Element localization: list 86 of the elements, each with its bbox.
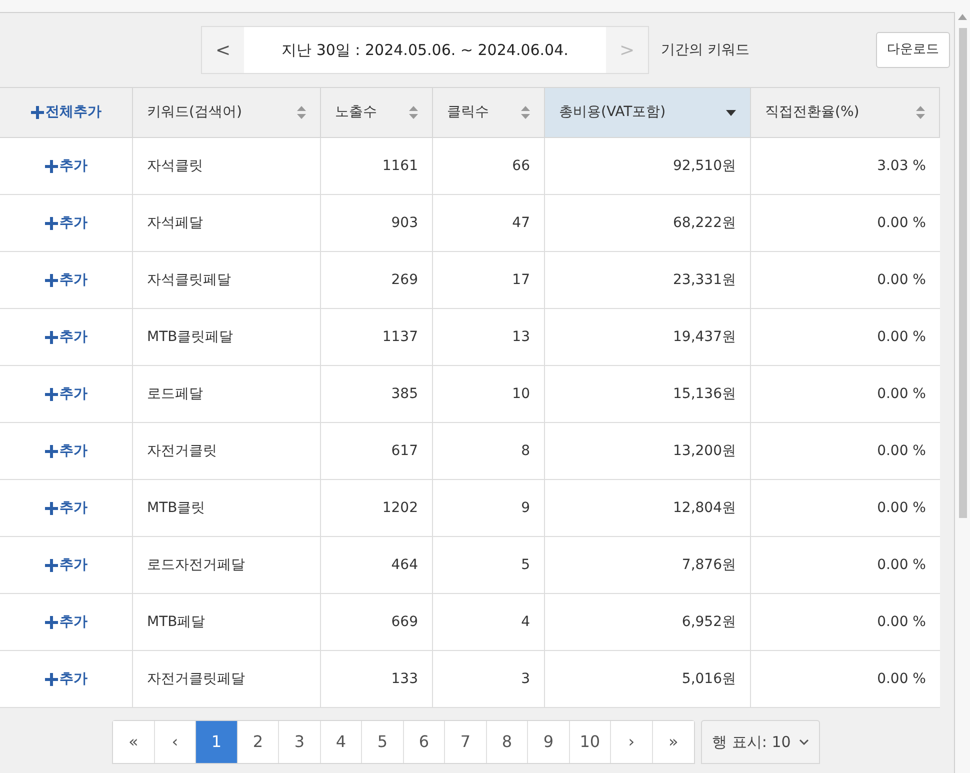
column-header[interactable]: 총비용(VAT포함) bbox=[545, 88, 751, 137]
sort-icon bbox=[409, 106, 418, 119]
table-cell-text: 0.00 % bbox=[876, 556, 927, 574]
table-cell: 6,952원 bbox=[545, 594, 751, 650]
sort-descending-icon bbox=[726, 110, 736, 116]
table-cell: 269 bbox=[321, 252, 433, 308]
plus-icon bbox=[44, 616, 58, 628]
page-button[interactable]: 1 bbox=[196, 721, 238, 763]
table-cell: 자석클릿페달 bbox=[133, 252, 321, 308]
table-cell: 7,876원 bbox=[545, 537, 751, 593]
add-button[interactable]: 추가 bbox=[44, 270, 88, 290]
table-cell: 3 bbox=[433, 651, 545, 707]
table-cell: 로드자전거페달 bbox=[133, 537, 321, 593]
table-cell-text: 0.00 % bbox=[876, 214, 927, 232]
plus-icon bbox=[44, 216, 58, 230]
add-button[interactable]: 추가 bbox=[44, 668, 88, 690]
table-cell-text: 0.00 % bbox=[876, 384, 927, 404]
table-cell: 669 bbox=[321, 594, 433, 650]
table-cell-text: 0.00 % bbox=[876, 442, 927, 460]
plus-icon bbox=[44, 388, 58, 400]
add-button[interactable]: 추가 bbox=[44, 384, 88, 404]
first-page-button[interactable]: « bbox=[113, 721, 155, 763]
chevron-down-icon bbox=[798, 739, 809, 745]
table-cell: 5,016원 bbox=[545, 651, 751, 707]
table-cell: 92,510원 bbox=[545, 138, 751, 194]
table-cell: 9 bbox=[433, 480, 545, 536]
add-button[interactable]: 추가 bbox=[44, 498, 88, 518]
period-label: 기간의 키워드 bbox=[661, 40, 750, 60]
table-cell: 8 bbox=[433, 423, 545, 479]
add-button[interactable]: 추가 bbox=[44, 212, 88, 234]
table-cell: 10 bbox=[433, 366, 545, 422]
table-cell: 4 bbox=[433, 594, 545, 650]
add-button[interactable]: 추가 bbox=[44, 554, 88, 576]
table-cell: MTB페달 bbox=[133, 594, 321, 650]
table-cell: 자석페달 bbox=[133, 195, 321, 251]
table-cell: 자전거클릿 bbox=[133, 423, 321, 479]
table-cell-text: 3.03 % bbox=[876, 156, 927, 176]
table-cell: 903 bbox=[321, 195, 433, 251]
plus-icon bbox=[44, 444, 58, 458]
plus-icon bbox=[44, 558, 58, 572]
plus-icon bbox=[44, 330, 58, 344]
table-cell: 13 bbox=[433, 309, 545, 365]
scrollbar-thumb[interactable] bbox=[958, 28, 966, 518]
table-cell: 68,222원 bbox=[545, 195, 751, 251]
plus-icon bbox=[44, 502, 58, 514]
table-cell-text: 0.00 % bbox=[876, 270, 927, 290]
rows-per-page-select[interactable]: 행 표시: 10 bbox=[701, 720, 820, 764]
table-cell: MTB클릿페달 bbox=[133, 309, 321, 365]
table-cell: 1161 bbox=[321, 138, 433, 194]
add-button[interactable]: 추가 bbox=[44, 156, 88, 176]
plus-icon bbox=[44, 672, 58, 686]
table-cell-text: 0.00 % bbox=[876, 612, 927, 632]
add-button[interactable]: 추가 bbox=[44, 440, 88, 462]
table-cell: 로드페달 bbox=[133, 366, 321, 422]
table-cell: 15,136원 bbox=[545, 366, 751, 422]
plus-icon bbox=[30, 106, 44, 119]
plus-icon bbox=[44, 160, 58, 172]
table-cell: 13,200원 bbox=[545, 423, 751, 479]
table-cell: 자전거클릿페달 bbox=[133, 651, 321, 707]
table-cell: 464 bbox=[321, 537, 433, 593]
table-cell: 19,437원 bbox=[545, 309, 751, 365]
table-cell: MTB클릿 bbox=[133, 480, 321, 536]
table-cell-text: 0.00 % bbox=[876, 670, 927, 688]
table-cell: 66 bbox=[433, 138, 545, 194]
table-cell: 17 bbox=[433, 252, 545, 308]
download-button[interactable]: 다운로드 bbox=[876, 32, 950, 68]
add-button[interactable]: 추가 bbox=[44, 612, 88, 632]
table-cell: 1137 bbox=[321, 309, 433, 365]
table-cell: 12,804원 bbox=[545, 480, 751, 536]
sort-icon bbox=[297, 106, 306, 119]
date-range: 지난 30일 : 2024.05.06. ~ 2024.06.04. bbox=[244, 27, 606, 73]
table-cell: 47 bbox=[433, 195, 545, 251]
add-button[interactable]: 추가 bbox=[44, 326, 88, 348]
table-cell: 133 bbox=[321, 651, 433, 707]
scroll-up-icon[interactable] bbox=[958, 14, 967, 20]
sort-icon bbox=[916, 106, 925, 119]
table-cell-text: 0.00 % bbox=[876, 498, 927, 518]
table-cell: 617 bbox=[321, 423, 433, 479]
sort-icon bbox=[521, 106, 530, 119]
plus-icon bbox=[44, 274, 58, 286]
table-cell: 자석클릿 bbox=[133, 138, 321, 194]
table-cell: 23,331원 bbox=[545, 252, 751, 308]
table-cell: 5 bbox=[433, 537, 545, 593]
table-cell: 385 bbox=[321, 366, 433, 422]
table-cell: 1202 bbox=[321, 480, 433, 536]
table-cell-text: 0.00 % bbox=[876, 328, 927, 346]
